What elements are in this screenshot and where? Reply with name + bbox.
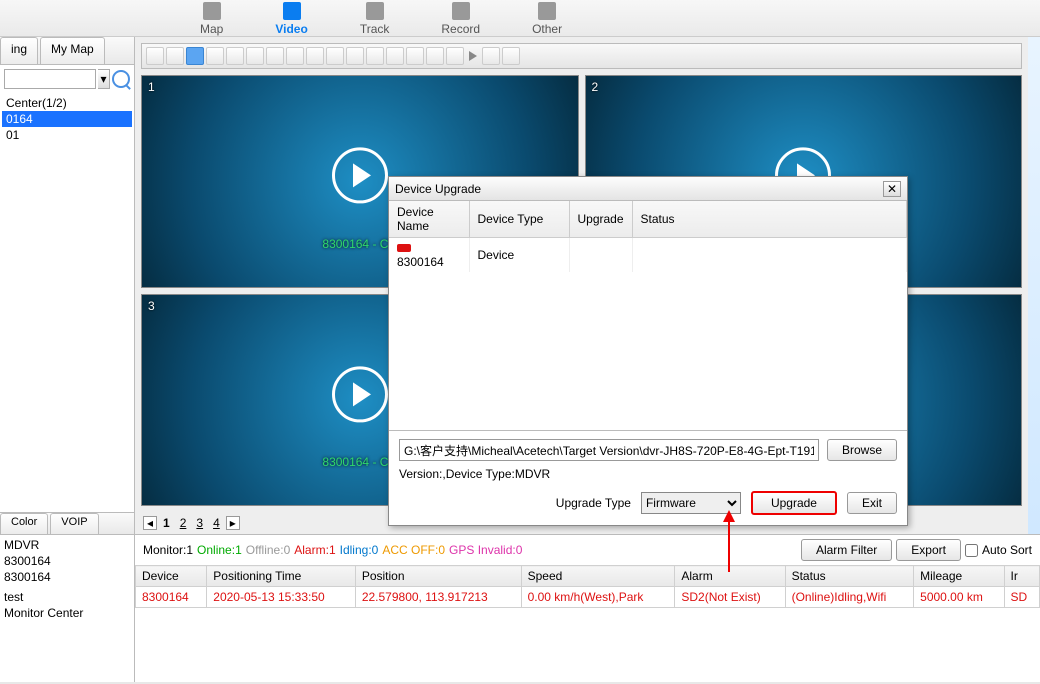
- table-row[interactable]: 8300164 2020-05-13 15:33:50 22.579800, 1…: [136, 587, 1040, 608]
- status-left-list: MDVR 8300164 8300164 test Monitor Center: [0, 535, 135, 682]
- search-input[interactable]: [4, 69, 96, 89]
- exit-button[interactable]: Exit: [847, 492, 897, 514]
- col-ir[interactable]: Ir: [1004, 566, 1039, 587]
- nav-track[interactable]: Track: [360, 0, 390, 36]
- alarm-count: Alarm:1: [294, 543, 335, 557]
- play-icon[interactable]: [469, 51, 477, 61]
- upgrade-type-label: Upgrade Type: [556, 496, 631, 510]
- video-toolbar: [141, 43, 1022, 69]
- table-row[interactable]: 8300164 Device: [389, 238, 907, 273]
- tab-color[interactable]: Color: [0, 513, 48, 534]
- layout-64-icon[interactable]: [306, 47, 324, 65]
- tab-ing[interactable]: ing: [0, 37, 38, 64]
- offline-count: Offline:0: [246, 543, 291, 557]
- map-icon: [203, 2, 221, 20]
- search-icon[interactable]: [112, 70, 130, 88]
- page-4[interactable]: 4: [209, 516, 224, 530]
- device-status-icon: [397, 244, 411, 252]
- browse-button[interactable]: Browse: [827, 439, 897, 461]
- pager-next-icon[interactable]: ▸: [226, 516, 240, 530]
- firmware-path-input[interactable]: [399, 439, 819, 461]
- col-device[interactable]: Device: [136, 566, 207, 587]
- online-count: Online:1: [197, 543, 242, 557]
- monitor-summary: Monitor:1 Online:1 Offline:0 Alarm:1 Idl…: [135, 535, 1040, 565]
- col-mileage[interactable]: Mileage: [914, 566, 1004, 587]
- minus-icon[interactable]: [366, 47, 384, 65]
- col-speed[interactable]: Speed: [521, 566, 675, 587]
- layout-100-icon[interactable]: [326, 47, 344, 65]
- col-upgrade[interactable]: Upgrade: [569, 201, 632, 238]
- page-2[interactable]: 2: [176, 516, 191, 530]
- close-icon[interactable]: ✕: [883, 181, 901, 197]
- layout-9-icon[interactable]: [246, 47, 264, 65]
- export-button[interactable]: Export: [896, 539, 961, 561]
- col-position[interactable]: Position: [355, 566, 521, 587]
- layout-2-icon[interactable]: [166, 47, 184, 65]
- dialog-device-grid: Device Name Device Type Upgrade Status 8…: [389, 201, 907, 431]
- tree-item-01[interactable]: 01: [2, 127, 132, 143]
- track-icon: [366, 2, 384, 20]
- device-tree: Center(1/2) 0164 01: [0, 93, 134, 512]
- monitor-count: Monitor:1: [143, 543, 193, 557]
- play-circle-icon[interactable]: [332, 366, 388, 422]
- camera-toggle-icon[interactable]: [386, 47, 404, 65]
- page-1[interactable]: 1: [159, 516, 174, 530]
- layout-16-icon[interactable]: [266, 47, 284, 65]
- list-item[interactable]: Monitor Center: [2, 605, 132, 621]
- dim-icon[interactable]: [346, 47, 364, 65]
- auto-sort-checkbox[interactable]: Auto Sort: [965, 543, 1032, 557]
- dialog-titlebar[interactable]: Device Upgrade ✕: [389, 177, 907, 201]
- tree-root[interactable]: Center(1/2): [2, 95, 132, 111]
- layout-1-icon[interactable]: [146, 47, 164, 65]
- tab-voip[interactable]: VOIP: [50, 513, 98, 534]
- col-time[interactable]: Positioning Time: [207, 566, 356, 587]
- col-status[interactable]: Status: [785, 566, 914, 587]
- left-sidebar: ing My Map ▾ Center(1/2) 0164 01 Color V…: [0, 37, 135, 534]
- snapshot-icon[interactable]: [426, 47, 444, 65]
- record-icon: [452, 2, 470, 20]
- search-dropdown[interactable]: ▾: [98, 69, 110, 89]
- page-3[interactable]: 3: [192, 516, 207, 530]
- list-item[interactable]: 8300164: [2, 553, 132, 569]
- col-status[interactable]: Status: [632, 201, 906, 238]
- stop-icon[interactable]: [482, 47, 500, 65]
- other-icon: [538, 2, 556, 20]
- nav-map[interactable]: Map: [200, 0, 223, 36]
- fullscreen-icon[interactable]: [502, 47, 520, 65]
- device-upgrade-dialog: Device Upgrade ✕ Device Name Device Type…: [388, 176, 908, 526]
- accoff-count: ACC OFF:0: [382, 543, 445, 557]
- list-item[interactable]: test: [2, 589, 132, 605]
- version-info: Version:,Device Type:MDVR: [399, 467, 897, 481]
- annotation-arrow: [728, 512, 730, 572]
- layout-4-icon[interactable]: [186, 47, 204, 65]
- top-nav: Map Video Track Record Other: [0, 0, 1040, 37]
- nav-record[interactable]: Record: [441, 0, 480, 36]
- nav-other[interactable]: Other: [532, 0, 562, 36]
- col-device-type[interactable]: Device Type: [469, 201, 569, 238]
- list-item[interactable]: MDVR: [2, 537, 132, 553]
- nav-video[interactable]: Video: [275, 0, 307, 36]
- layout-6-icon[interactable]: [206, 47, 224, 65]
- idling-count: Idling:0: [340, 543, 379, 557]
- volume-icon[interactable]: [446, 47, 464, 65]
- pager-prev-icon[interactable]: ◂: [143, 516, 157, 530]
- map-strip: [1028, 37, 1040, 534]
- layout-8-icon[interactable]: [226, 47, 244, 65]
- window-icon[interactable]: [406, 47, 424, 65]
- tree-item-0164[interactable]: 0164: [2, 111, 132, 127]
- video-icon: [283, 2, 301, 20]
- gpsinvalid-count: GPS Invalid:0: [449, 543, 522, 557]
- status-table: Device Positioning Time Position Speed A…: [135, 565, 1040, 608]
- layout-36-icon[interactable]: [286, 47, 304, 65]
- upgrade-button[interactable]: Upgrade: [751, 491, 837, 515]
- play-circle-icon[interactable]: [332, 148, 388, 204]
- tab-mymap[interactable]: My Map: [40, 37, 105, 64]
- col-device-name[interactable]: Device Name: [389, 201, 469, 238]
- list-item[interactable]: 8300164: [2, 569, 132, 585]
- dialog-title: Device Upgrade: [395, 182, 481, 196]
- alarm-filter-button[interactable]: Alarm Filter: [801, 539, 892, 561]
